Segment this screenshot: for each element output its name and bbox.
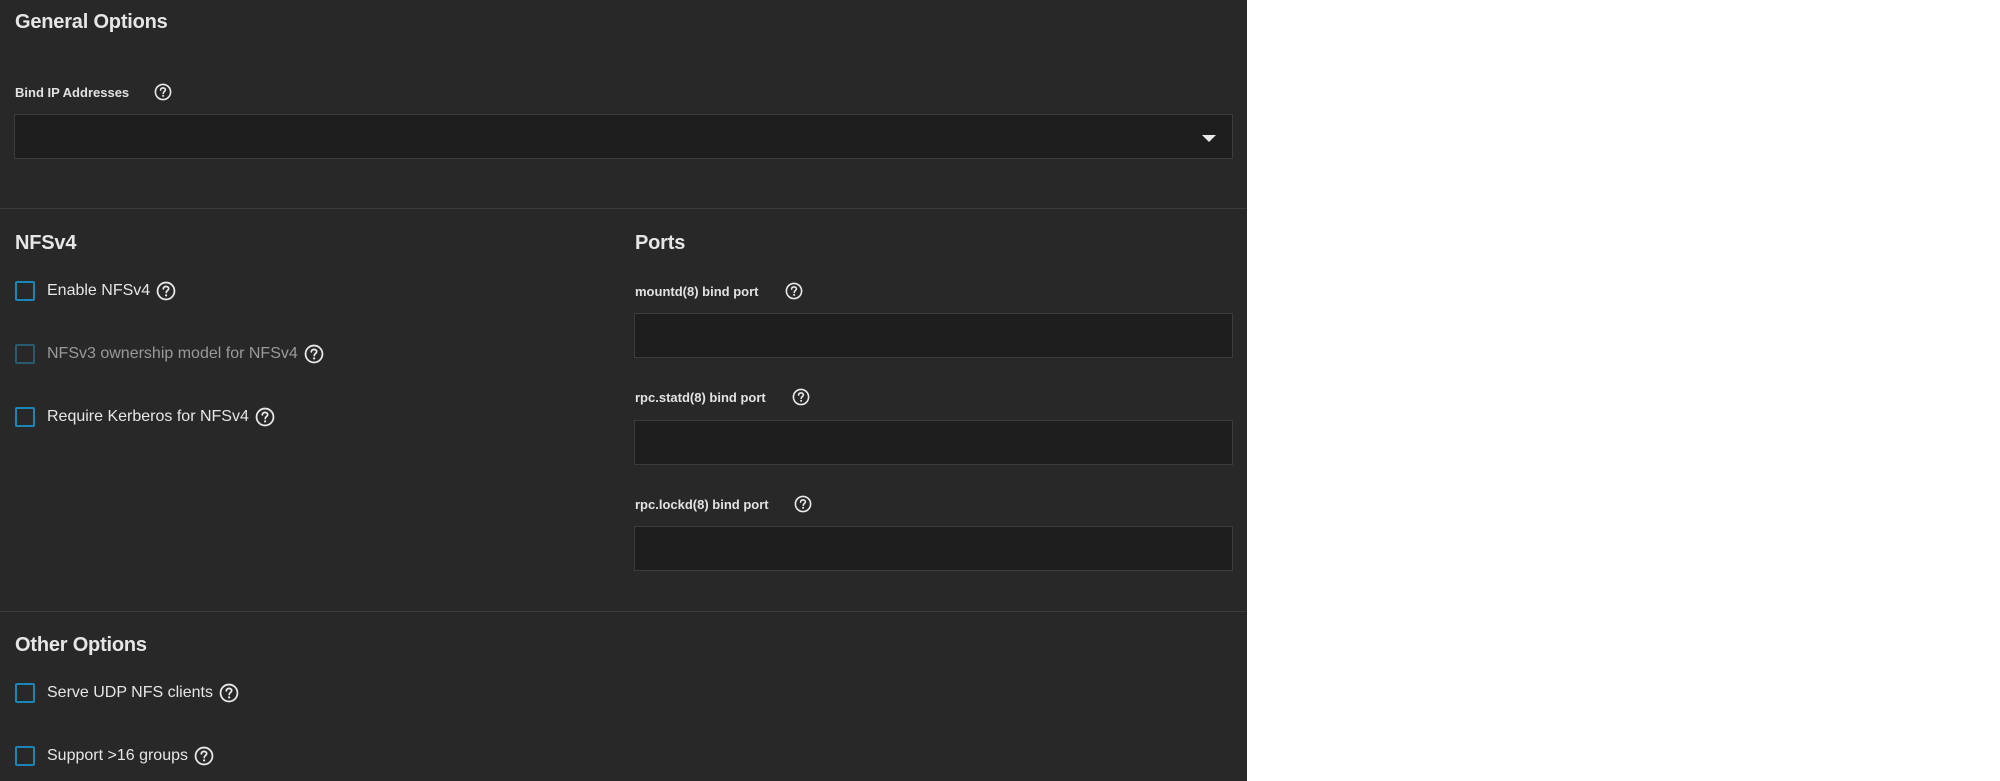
caret-down-icon[interactable]	[1202, 135, 1216, 142]
mountd-port-input[interactable]	[634, 313, 1233, 358]
support-16-groups-checkbox[interactable]	[15, 746, 35, 766]
enable-nfsv4-label: Enable NFSv4	[47, 282, 151, 299]
section-divider	[0, 611, 1247, 612]
rpc-lockd-port-input[interactable]	[634, 526, 1233, 571]
require-kerberos-checkbox[interactable]	[15, 407, 35, 427]
other-options-title: Other Options	[15, 634, 147, 656]
nfsv4-title: NFSv4	[15, 232, 77, 254]
help-icon[interactable]	[794, 495, 812, 513]
nfsv3-ownership-label: NFSv3 ownership model for NFSv4	[47, 345, 298, 362]
help-icon[interactable]	[219, 683, 239, 703]
support-16-groups-option[interactable]: Support >16 groups	[15, 744, 214, 768]
nfs-settings-panel: General Options Bind IP Addresses NFSv4 …	[0, 0, 1247, 781]
support-16-groups-label: Support >16 groups	[47, 747, 188, 764]
mountd-port-label: mountd(8) bind port	[635, 284, 759, 299]
rpc-statd-port-label: rpc.statd(8) bind port	[635, 390, 766, 405]
bind-ip-select[interactable]	[14, 114, 1233, 159]
help-icon[interactable]	[255, 407, 275, 427]
serve-udp-label: Serve UDP NFS clients	[47, 684, 213, 701]
ports-title: Ports	[635, 232, 686, 254]
enable-nfsv4-option[interactable]: Enable NFSv4	[15, 279, 176, 303]
require-kerberos-option[interactable]: Require Kerberos for NFSv4	[15, 405, 275, 429]
help-icon[interactable]	[156, 281, 176, 301]
nfsv3-ownership-option: NFSv3 ownership model for NFSv4	[15, 342, 324, 366]
nfsv3-ownership-checkbox	[15, 344, 35, 364]
help-icon[interactable]	[154, 83, 172, 101]
help-icon[interactable]	[194, 746, 214, 766]
serve-udp-checkbox[interactable]	[15, 683, 35, 703]
require-kerberos-label: Require Kerberos for NFSv4	[47, 408, 249, 425]
rpc-lockd-port-label: rpc.lockd(8) bind port	[635, 497, 769, 512]
enable-nfsv4-checkbox[interactable]	[15, 281, 35, 301]
bind-ip-label: Bind IP Addresses	[15, 85, 130, 100]
general-options-title: General Options	[15, 11, 168, 33]
help-icon[interactable]	[792, 388, 810, 406]
help-icon[interactable]	[304, 344, 324, 364]
help-icon[interactable]	[785, 282, 803, 300]
serve-udp-option[interactable]: Serve UDP NFS clients	[15, 681, 239, 705]
rpc-statd-port-input[interactable]	[634, 420, 1233, 465]
section-divider	[0, 208, 1247, 209]
